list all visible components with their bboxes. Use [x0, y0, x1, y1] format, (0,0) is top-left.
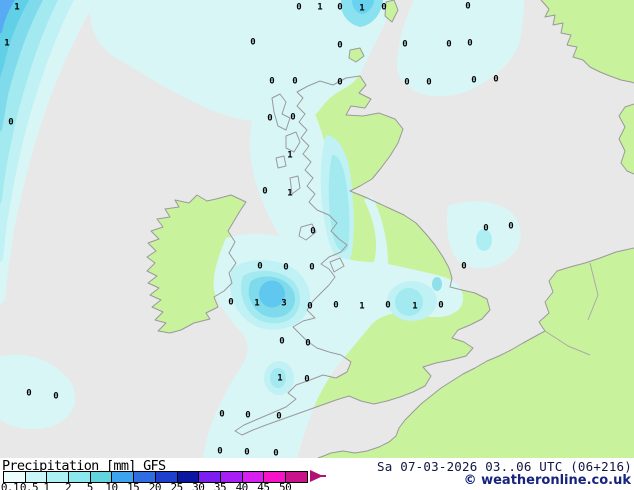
- precip-value: 0: [471, 75, 477, 86]
- precip-value: 0: [508, 221, 514, 232]
- precip-value: 0: [8, 117, 14, 128]
- precip-value: 0: [257, 261, 263, 272]
- copyright-text: © weatheronline.co.uk: [463, 473, 631, 488]
- legend-bar: Precipitation [mm] GFS 0.1 0.5 1 2 5 10 15 20 25…: [0, 458, 634, 490]
- colorbar-tick-label: 20: [148, 481, 162, 490]
- precip-value: 1: [254, 298, 260, 309]
- precip-value: 0: [465, 1, 471, 12]
- precip-value: 0: [245, 410, 251, 421]
- precip-value: 1: [287, 188, 293, 199]
- precip-value: 0: [305, 338, 311, 349]
- precip-value: 0: [446, 39, 452, 50]
- precip-value: 0: [426, 77, 432, 88]
- precip-value: 0: [290, 112, 296, 123]
- precip-value: 0: [438, 300, 444, 311]
- precip-value: 0: [402, 39, 408, 50]
- precip-value: 0: [493, 74, 499, 85]
- precip-value: 0: [467, 38, 473, 49]
- colorbar-tick-label: 45: [257, 481, 270, 490]
- precip-value: 0: [310, 226, 316, 237]
- precip-value: 0: [276, 411, 282, 422]
- precip-value: 0: [333, 300, 339, 311]
- precip-value: 0: [309, 262, 315, 273]
- precip-value: 1: [317, 2, 323, 13]
- precip-value: 1: [412, 301, 418, 312]
- colorbar-tick-label: 15: [127, 481, 140, 490]
- precip-value: 1: [287, 150, 293, 161]
- precip-value: 0: [262, 186, 268, 197]
- precip-value: 0: [250, 37, 256, 48]
- precip-value: 3: [281, 298, 287, 309]
- colorbar-tick-label: 50: [278, 481, 292, 490]
- precip-value: 0: [228, 297, 234, 308]
- colorbar-tick-label: 1: [43, 481, 50, 490]
- weather-map-page: 1010100100000000000000010100000000130010…: [0, 0, 634, 490]
- colorbar-tick-label: 40: [235, 481, 249, 490]
- precip-value: 0: [244, 447, 250, 458]
- colorbar-tick-label: 0.5: [19, 481, 39, 490]
- forecast-datetime: Sa 07-03-2026 03..06 UTC (06+216): [377, 459, 632, 474]
- colorbar-arrow-tail: [318, 475, 326, 477]
- colorbar-tick-label: 10: [105, 481, 118, 490]
- colorbar-tick-label: 30: [192, 481, 205, 490]
- precip-value: 1: [4, 38, 10, 49]
- precip-value: 0: [219, 409, 225, 420]
- precip-value: 0: [296, 2, 302, 13]
- precip-value: 0: [53, 391, 59, 402]
- precip-value: 0: [267, 113, 273, 124]
- precip-value: 0: [307, 301, 313, 312]
- precip-value-layer: 1 0 1 0 1 0 0 1 0 0 0 0 0 0 0 0 0 0 0 0 0 0 0 1 0 1 0 0 0 0 0 0 0 0 1 3 0 0 1 0…: [0, 0, 634, 458]
- precip-value: 0: [381, 2, 387, 13]
- map-area: 1 0 1 0 1 0 0 1 0 0 0 0 0 0 0 0 0 0 0 0 0 0 0 1 0 1 0 0 0 0 0 0 0 0 1 3 0 0 1 0…: [0, 0, 634, 458]
- precip-value: 0: [385, 300, 391, 311]
- precip-value: 0: [283, 262, 289, 273]
- colorbar-tick-label: 35: [213, 481, 227, 490]
- colorbar-tick-label: 25: [170, 481, 183, 490]
- precip-value: 0: [217, 446, 223, 457]
- precip-value: 0: [269, 76, 275, 87]
- precip-value: 0: [483, 223, 489, 234]
- precip-value: 1: [14, 2, 20, 13]
- precip-value: 0: [337, 2, 343, 13]
- colorbar-tick-label: 2: [65, 481, 72, 490]
- precip-value: 0: [404, 77, 410, 88]
- precip-value: 0: [292, 76, 298, 87]
- precip-value: 1: [277, 373, 283, 384]
- colorbar-tick-label: 5: [86, 481, 94, 490]
- precip-value: 0: [337, 77, 343, 88]
- precip-value: 0: [461, 261, 467, 272]
- colorbar-tick-label: 0.1: [0, 481, 20, 490]
- precip-value: 0: [304, 374, 310, 385]
- precip-value: 1: [359, 3, 365, 14]
- precip-value: 0: [279, 336, 285, 347]
- precip-value: 1: [359, 301, 365, 312]
- precip-value: 0: [337, 40, 343, 51]
- precip-value: 0: [26, 388, 32, 399]
